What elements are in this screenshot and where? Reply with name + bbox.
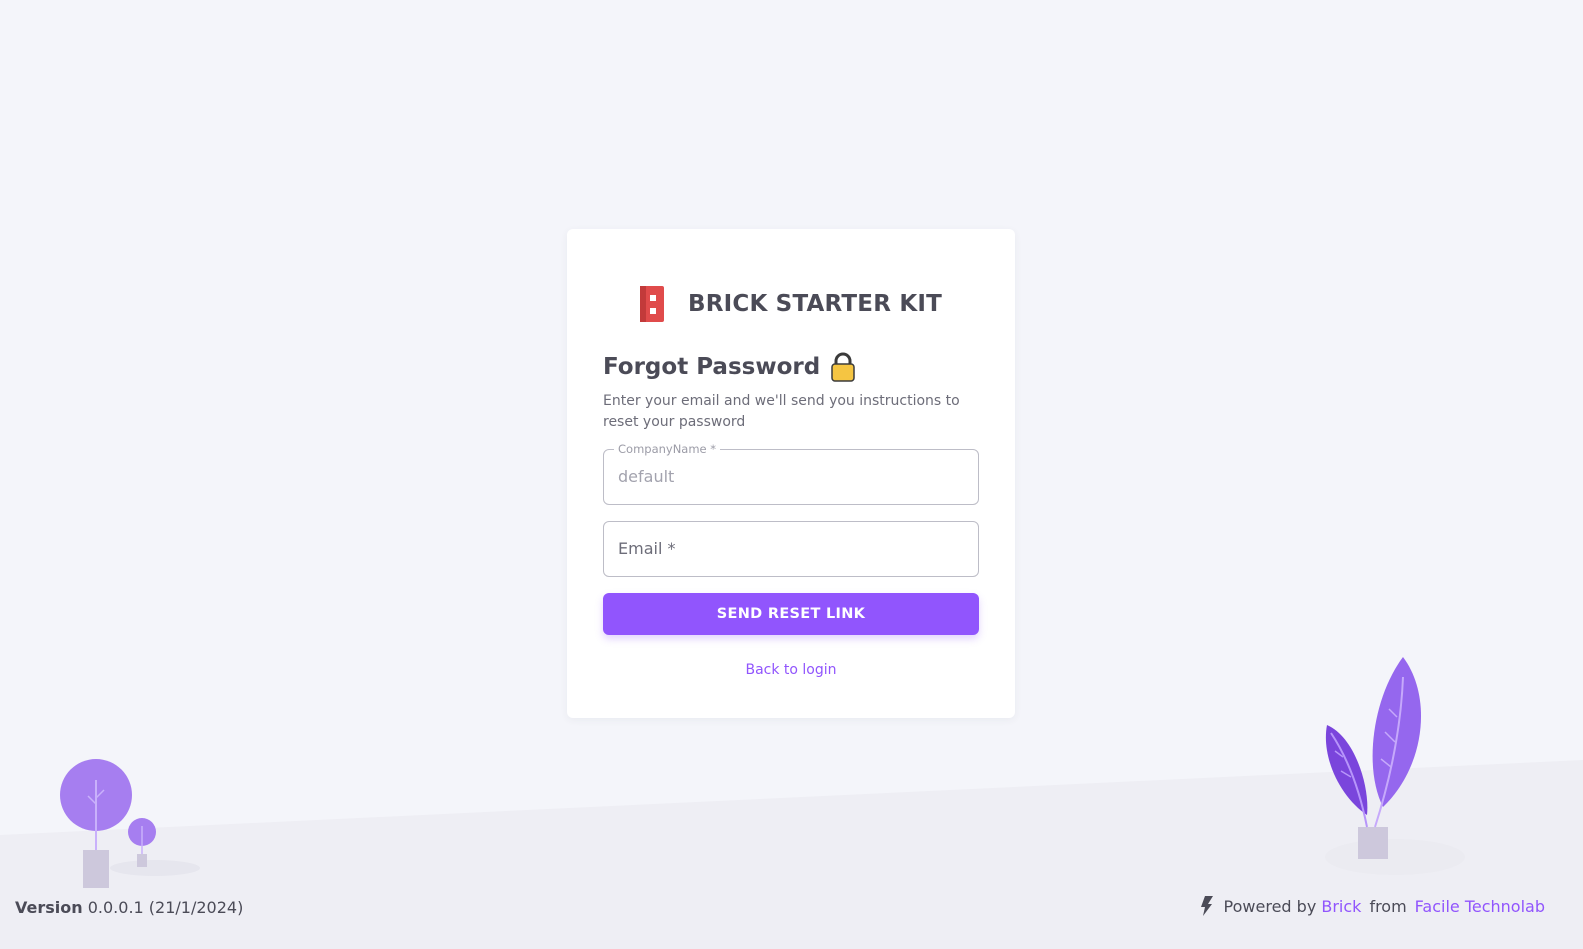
from-text: from	[1369, 896, 1407, 916]
lock-icon	[831, 352, 855, 382]
email-field[interactable]: Email *	[603, 521, 979, 577]
version-label: Version	[15, 898, 83, 917]
forgot-password-card: BRICK STARTER KIT Forgot Password Enter …	[567, 229, 1015, 718]
page: BRICK STARTER KIT Forgot Password Enter …	[0, 0, 1583, 949]
version-value: 0.0.0.1 (21/1/2024)	[87, 898, 244, 917]
email-label: Email *	[618, 539, 676, 558]
send-reset-link-button[interactable]: SEND RESET LINK	[603, 593, 979, 635]
back-to-login-link[interactable]: Back to login	[603, 662, 979, 678]
company-name-label: CompanyName *	[614, 442, 721, 456]
decorative-plant-illustration	[1325, 657, 1465, 875]
facile-technolab-link[interactable]: Facile Technolab	[1415, 897, 1545, 916]
company-name-field[interactable]: CompanyName * default	[603, 442, 979, 505]
brand-name: BRICK STARTER KIT	[687, 291, 943, 317]
brand-header: BRICK STARTER KIT	[603, 284, 979, 324]
company-name-value: default	[618, 467, 675, 486]
decorative-trees-illustration	[60, 759, 200, 888]
version-info: Version 0.0.0.1 (21/1/2024)	[15, 898, 243, 917]
powered-by: Powered by Brick from Facile Technolab	[1200, 896, 1545, 916]
bolt-icon	[1200, 896, 1213, 916]
page-title: Forgot Password	[603, 354, 821, 380]
page-subtitle: Enter your email and we'll send you inst…	[603, 393, 960, 430]
brick-logo-icon	[639, 286, 664, 322]
title-row: Forgot Password	[603, 351, 979, 383]
powered-by-text: Powered by	[1223, 896, 1317, 916]
brick-link[interactable]: Brick	[1321, 897, 1361, 916]
